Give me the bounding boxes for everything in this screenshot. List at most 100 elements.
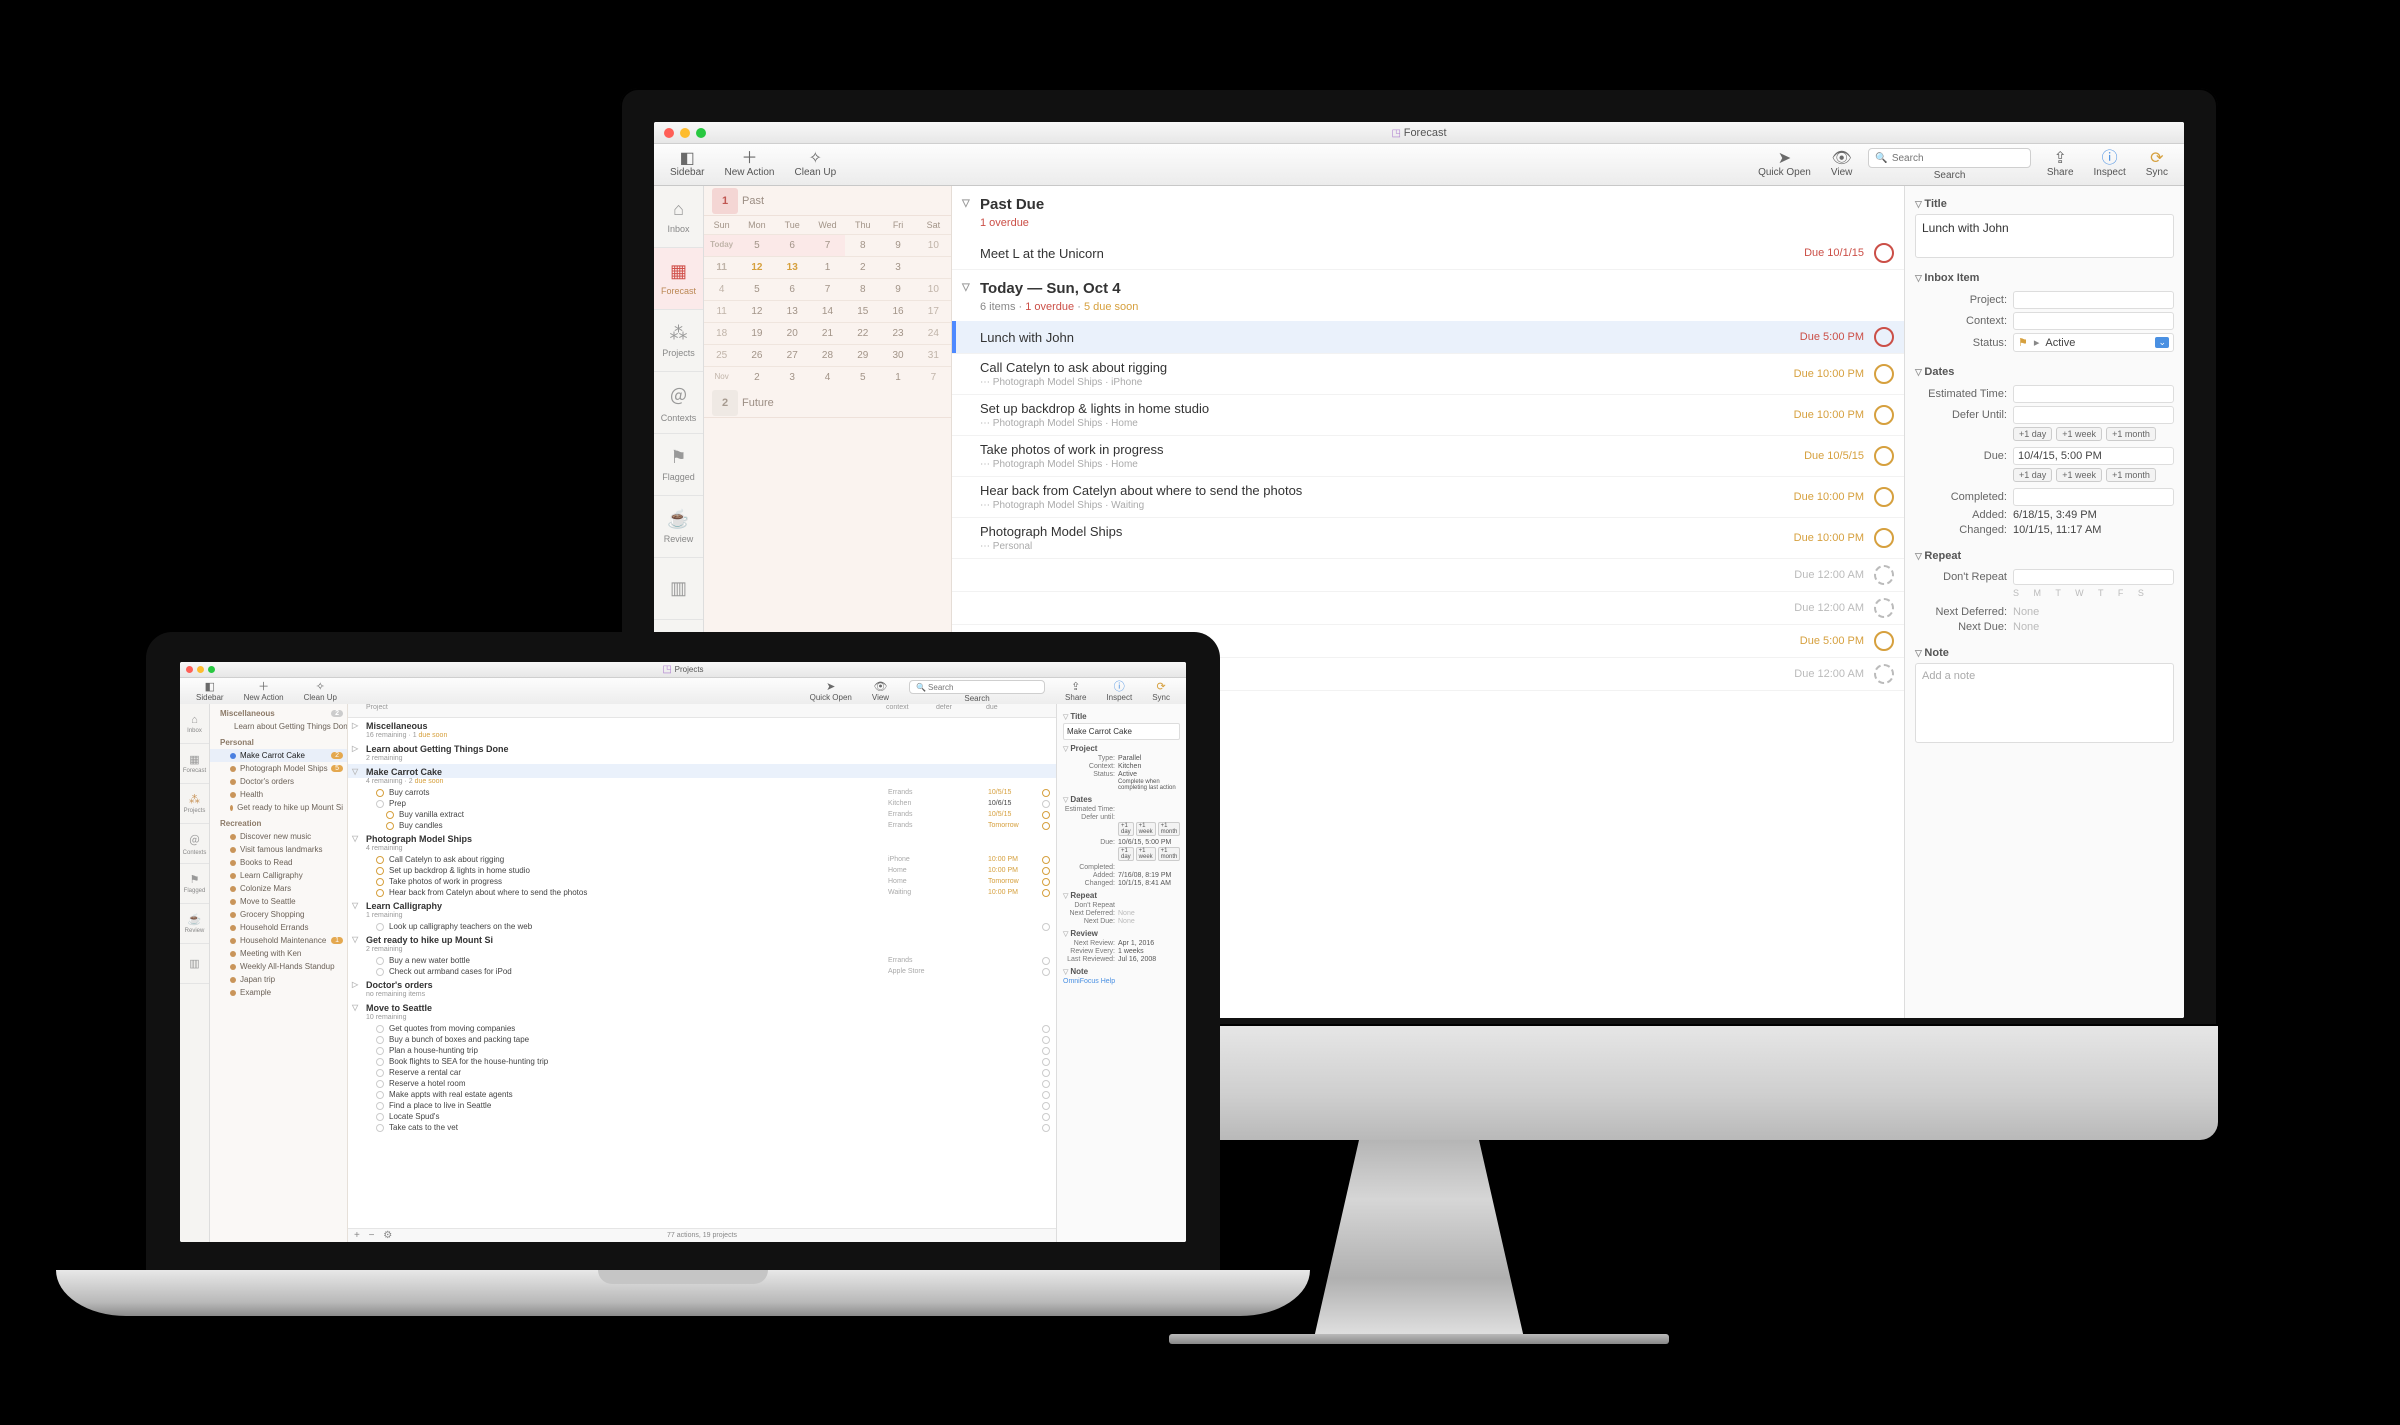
pi-defer-field[interactable]: [1118, 814, 1180, 821]
defer-plus-day[interactable]: +1 day: [2013, 427, 2052, 441]
calendar-cell[interactable]: 21: [810, 322, 845, 344]
project-group-header[interactable]: Get ready to hike up Mount Si: [348, 932, 1056, 946]
section-header[interactable]: Past Due: [952, 186, 1904, 217]
inspector-dates-header[interactable]: Dates: [1915, 362, 2174, 382]
task-row[interactable]: Meet L at the UnicornDue 10/1/15: [952, 237, 1904, 270]
sidebar-item[interactable]: Recreation: [210, 817, 347, 830]
task-checkbox[interactable]: [376, 789, 384, 797]
task-row[interactable]: Plan a house-hunting trip: [348, 1045, 1056, 1056]
task-checkbox[interactable]: [386, 811, 394, 819]
status-dropdown-icon[interactable]: ⌄: [2155, 337, 2169, 348]
task-row[interactable]: Due 12:00 AM: [952, 559, 1904, 592]
calendar-cell[interactable]: 2: [845, 256, 880, 278]
sidebar-item[interactable]: Books to Read: [210, 856, 347, 869]
minimize-icon[interactable]: [680, 128, 690, 138]
calendar-cell[interactable]: 16: [880, 300, 915, 322]
search-field[interactable]: [1892, 153, 2024, 164]
task-row[interactable]: Buy a bunch of boxes and packing tape: [348, 1034, 1056, 1045]
share-button[interactable]: ⇪ Share: [1055, 678, 1096, 705]
calendar-cell[interactable]: 9: [880, 278, 915, 300]
task-row[interactable]: Call Catelyn to ask about riggingiPhone1…: [348, 854, 1056, 865]
calendar-cell[interactable]: 23: [880, 322, 915, 344]
task-checkbox[interactable]: [376, 1069, 384, 1077]
calendar-cell[interactable]: 18: [704, 322, 739, 344]
tab-review[interactable]: ☕ Review: [654, 496, 703, 558]
type-select[interactable]: Parallel: [1118, 755, 1180, 762]
inspect-button[interactable]: ⓘ Inspect: [2084, 144, 2136, 185]
calendar-cell[interactable]: 3: [775, 366, 810, 388]
complete-checkbox[interactable]: Complete when completing last action: [1118, 779, 1180, 791]
pi-completed-field[interactable]: [1118, 864, 1180, 871]
task-checkbox[interactable]: [376, 856, 384, 864]
calendar-cell[interactable]: 13: [775, 300, 810, 322]
calendar-cell[interactable]: 24: [916, 322, 951, 344]
task-row[interactable]: Reserve a hotel room: [348, 1078, 1056, 1089]
tab-inbox[interactable]: ⌂Inbox: [180, 704, 209, 744]
status-select[interactable]: ⚑ ▸ Active ⌄: [2013, 333, 2174, 352]
due-plus-week[interactable]: +1 week: [2056, 468, 2102, 482]
tab-flagged[interactable]: ⚑Flagged: [180, 864, 209, 904]
task-row[interactable]: Locate Spud's: [348, 1111, 1056, 1122]
task-checkbox[interactable]: [1874, 405, 1894, 425]
task-row[interactable]: Buy candlesErrandsTomorrow: [348, 820, 1056, 831]
task-checkbox[interactable]: [1874, 664, 1894, 684]
task-row[interactable]: Make appts with real estate agents: [348, 1089, 1056, 1100]
due-plus-month[interactable]: +1 month: [2106, 468, 2156, 482]
search-input[interactable]: 🔍: [1868, 148, 2030, 168]
sidebar-item[interactable]: Weekly All-Hands Standup: [210, 960, 347, 973]
inspector-title-field[interactable]: Lunch with John: [1915, 214, 2174, 258]
calendar-past-row[interactable]: 1 Past: [704, 186, 951, 216]
task-row[interactable]: Look up calligraphy teachers on the web: [348, 921, 1056, 932]
view-button[interactable]: 👁 View: [1821, 144, 1863, 185]
task-checkbox[interactable]: [1874, 528, 1894, 548]
calendar-cell[interactable]: 6: [775, 278, 810, 300]
tab-projects[interactable]: ⁂Projects: [180, 784, 209, 824]
completed-field[interactable]: [2013, 488, 2174, 506]
project-group-header[interactable]: Doctor's orders: [348, 977, 1056, 991]
calendar-cell[interactable]: 5: [739, 278, 774, 300]
pi-repeat-hdr[interactable]: Repeat: [1063, 891, 1180, 900]
note-field[interactable]: Add a note: [1915, 663, 2174, 743]
task-row[interactable]: Hear back from Catelyn about where to se…: [952, 477, 1904, 518]
sidebar-item[interactable]: Learn Calligraphy: [210, 869, 347, 882]
calendar-cell[interactable]: 4: [810, 366, 845, 388]
sidebar-item[interactable]: Discover new music: [210, 830, 347, 843]
pi-due-field[interactable]: 10/6/15, 5:00 PM: [1118, 839, 1180, 846]
sidebar-item[interactable]: Learn about Getting Things Done: [210, 720, 347, 733]
calendar-cell[interactable]: 12: [739, 300, 774, 322]
inspector-inbox-header[interactable]: Inbox Item: [1915, 268, 2174, 288]
inspector-repeat-header[interactable]: Repeat: [1915, 546, 2174, 566]
sidebar-item[interactable]: Move to Seattle: [210, 895, 347, 908]
task-row[interactable]: Lunch with JohnDue 5:00 PM: [952, 321, 1904, 354]
task-checkbox[interactable]: [376, 867, 384, 875]
calendar-cell[interactable]: 28: [810, 344, 845, 366]
task-checkbox[interactable]: [376, 889, 384, 897]
calendar-future-row[interactable]: 2 Future: [704, 388, 951, 418]
task-checkbox[interactable]: [1874, 364, 1894, 384]
task-checkbox[interactable]: [1874, 327, 1894, 347]
calendar-cell[interactable]: 30: [880, 344, 915, 366]
calendar-cell[interactable]: 8: [845, 234, 880, 256]
task-row[interactable]: Due 12:00 AM: [952, 592, 1904, 625]
sync-button[interactable]: ⟳ Sync: [2136, 144, 2178, 185]
task-row[interactable]: Set up backdrop & lights in home studioH…: [348, 865, 1056, 876]
pi-review-hdr[interactable]: Review: [1063, 929, 1180, 938]
inspect-button[interactable]: ⓘ Inspect: [1096, 678, 1142, 705]
calendar-cell[interactable]: 20: [775, 322, 810, 344]
sidebar-item[interactable]: Photograph Model Ships5: [210, 762, 347, 775]
task-checkbox[interactable]: [376, 878, 384, 886]
calendar-cell[interactable]: 9: [880, 234, 915, 256]
sidebar-item[interactable]: Health: [210, 788, 347, 801]
project-group-header[interactable]: Make Carrot Cake: [348, 764, 1056, 778]
tab-inbox[interactable]: ⌂ Inbox: [654, 186, 703, 248]
task-row[interactable]: Call Catelyn to ask about riggingPhotogr…: [952, 354, 1904, 395]
new-action-button[interactable]: ＋ New Action: [714, 144, 784, 185]
repeat-field[interactable]: [2013, 569, 2174, 585]
task-row[interactable]: Book flights to SEA for the house-huntin…: [348, 1056, 1056, 1067]
task-row[interactable]: Hear back from Catelyn about where to se…: [348, 887, 1056, 898]
sidebar-item[interactable]: Miscellaneous2: [210, 707, 347, 720]
task-row[interactable]: Take cats to the vet: [348, 1122, 1056, 1133]
pi-note-hdr[interactable]: Note: [1063, 967, 1180, 976]
search-input[interactable]: 🔍: [909, 680, 1045, 694]
task-row[interactable]: Set up backdrop & lights in home studioP…: [952, 395, 1904, 436]
